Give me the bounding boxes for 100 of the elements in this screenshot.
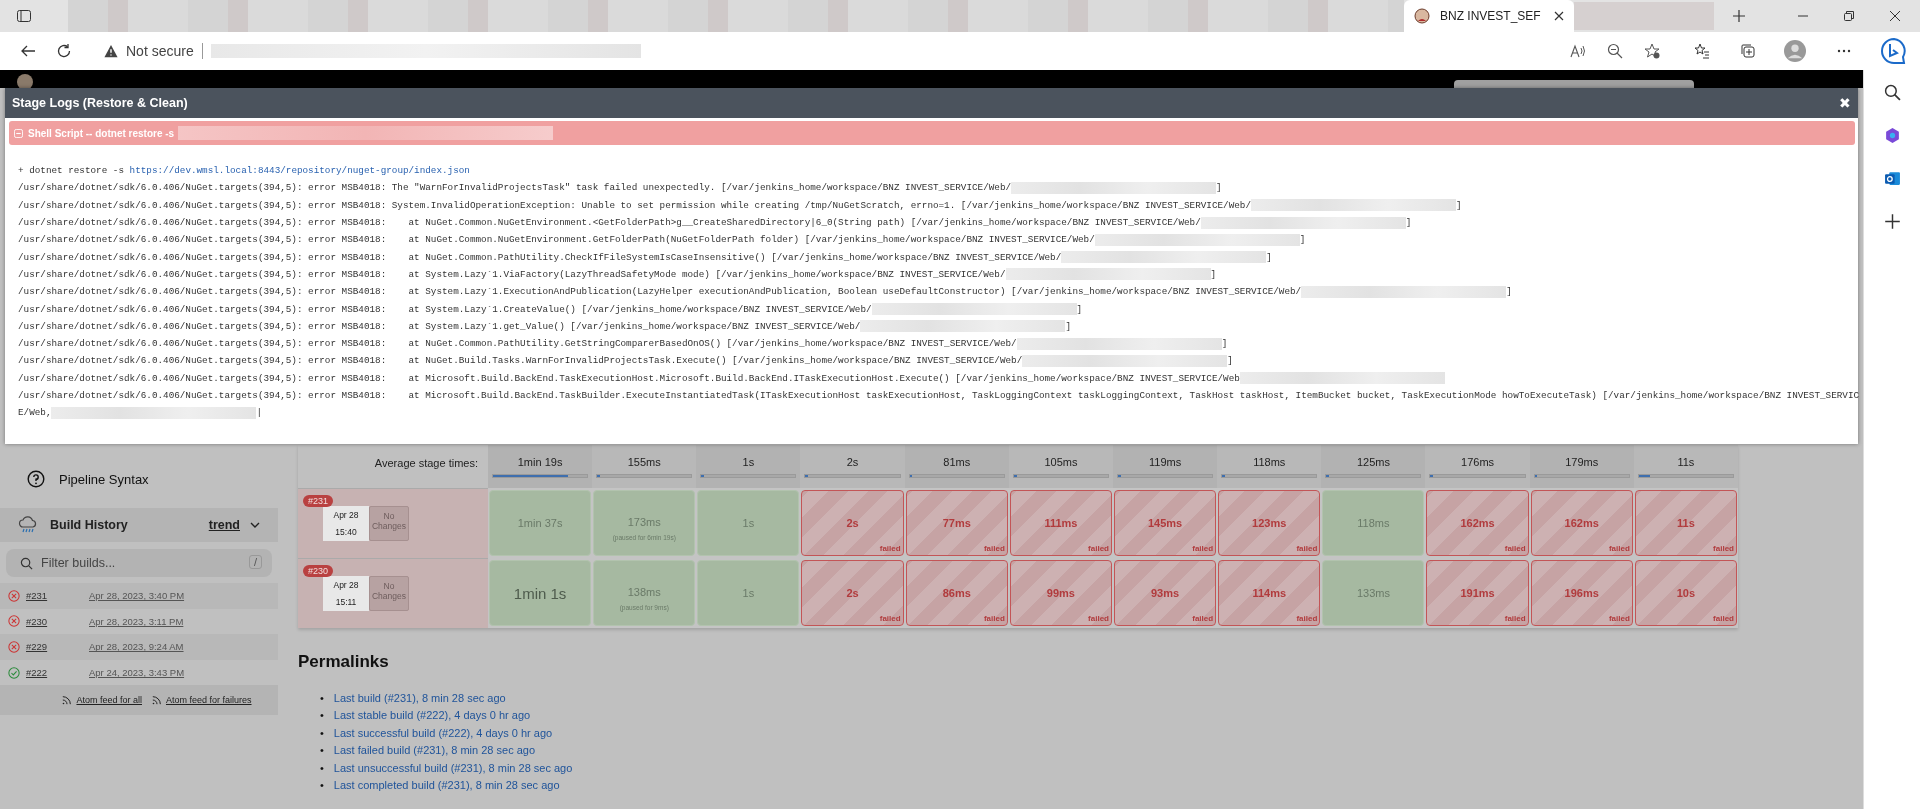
success-stage-cell[interactable]: 118ms — [1322, 490, 1425, 556]
failed-stage-cell[interactable]: 2s failed — [801, 490, 904, 556]
build-number-link[interactable]: #230 — [26, 615, 89, 627]
failed-stage-cell[interactable]: 111ms failed — [1009, 490, 1112, 556]
build-date-link[interactable]: Apr 28, 2023, 3:11 PM — [89, 615, 184, 627]
bullet: • — [320, 709, 324, 722]
section-title: Build History — [50, 518, 129, 532]
failed-stage-cell[interactable]: 77ms failed — [905, 490, 1008, 556]
step-title: Shell Script -- dotnet restore -s — [28, 127, 175, 139]
average-time-header: 176ms — [1425, 445, 1530, 488]
build-time: 15:40 — [335, 527, 357, 538]
log-text: ] — [1221, 338, 1228, 350]
rss-icon — [152, 695, 162, 706]
log-text: ] — [1405, 217, 1412, 229]
trend-link[interactable]: trend — [208, 518, 240, 532]
log-line: E/Web, — [18, 407, 52, 419]
add-favorite-icon[interactable] — [1644, 43, 1660, 59]
row-label: Average stage times: — [298, 445, 488, 488]
failed-stage-cell[interactable]: 191ms failed — [1426, 560, 1529, 626]
bullet: • — [320, 692, 324, 704]
failed-stage-cell[interactable]: 196ms failed — [1530, 560, 1633, 626]
permalink[interactable]: Last build (#231), 8 min 28 sec ago — [333, 692, 506, 704]
success-stage-cell[interactable]: 133ms — [1322, 560, 1425, 626]
build-number-badge[interactable]: #230 — [303, 565, 334, 577]
log-line: /usr/share/dotnet/sdk/6.0.406/NuGet.targets(394,5): error MSB4018: at Microsoft.Build.BackEnd.TaskExecutionHost.Microsoft.Build.BackEnd.ITaskExecutionHost.Execute() [/var/jenkins_home/workspace/BNZ INVEST_SERVICE/Web — [18, 372, 1240, 384]
sidebar-link[interactable]: Pipeline Syntax — [59, 471, 149, 487]
log-text: ] — [1076, 303, 1083, 315]
security-label: Not secure — [126, 43, 194, 59]
log-line: /usr/share/dotnet/sdk/6.0.406/NuGet.targets(394,5): error MSB4018: at Microsoft.Build.BackEnd.TaskBuilder.ExecuteInstantiatedTask(ITaskExecutionHost taskExecutionHost, TaskLoggingContext taskLoggingContext, TaskHost taskHost, ItemBucket bucket, TaskExecutionMode howToExecuteTask) [/var/jenkins_home/workspace/BNZ INVEST_SERVIC — [18, 390, 1860, 401]
log-link[interactable]: https://dev.wmsl.local:8443/repository/nuget-group/index.json — [129, 165, 470, 177]
chevron-down-icon[interactable] — [250, 520, 260, 530]
warning-icon — [104, 44, 118, 58]
permalink[interactable]: Last failed build (#231), 8 min 28 sec ago — [333, 744, 536, 757]
restore-icon[interactable] — [1844, 11, 1854, 21]
close-icon[interactable] — [1554, 11, 1564, 21]
favorites-icon[interactable] — [1694, 43, 1710, 59]
permalink[interactable]: Last unsuccessful build (#231), 8 min 28 sec ago — [333, 761, 573, 774]
success-stage-cell[interactable]: 1min 1s — [489, 560, 592, 626]
build-number-link[interactable]: #222 — [26, 667, 89, 679]
dialog-title: Stage Logs (Restore & Clean) — [12, 96, 188, 110]
tab-actions-icon[interactable] — [16, 8, 32, 24]
plus-icon[interactable] — [1883, 213, 1901, 230]
log-line: /usr/share/dotnet/sdk/6.0.406/NuGet.targets(394,5): error MSB4018: at NuGet.Build.Tasks.WarnForInvalidProjectsTask.Execute() [/var/jenkins_home/workspace/BNZ INVEST_SERVICE/Web/ — [18, 355, 1023, 367]
mail-app-icon[interactable] — [1883, 170, 1901, 187]
back-arrow-icon[interactable] — [20, 43, 36, 59]
chat-bubble-icon[interactable] — [1880, 37, 1908, 65]
failed-stage-cell[interactable]: 145ms failed — [1114, 490, 1217, 556]
step-header[interactable]: Shell Script -- dotnet restore -s — [9, 121, 1855, 145]
build-date-link[interactable]: Apr 28, 2023, 3:40 PM — [89, 590, 185, 602]
help-icon — [27, 470, 45, 488]
new-tab-icon[interactable] — [1732, 9, 1746, 23]
build-date: Apr 28 — [333, 509, 359, 520]
bullet: • — [320, 779, 324, 792]
bullet: • — [320, 726, 324, 739]
log-line: /usr/share/dotnet/sdk/6.0.406/NuGet.targets(394,5): error MSB4018: The "WarnForInvalidProjectsTask" task failed unexpectedly. [/var/jenkins_home/workspace/BNZ INVEST_SERVICE/Web/ — [18, 182, 1012, 194]
average-time-header: 125ms — [1321, 445, 1426, 488]
reload-icon[interactable] — [56, 43, 72, 59]
log-line: /usr/share/dotnet/sdk/6.0.406/NuGet.targets(394,5): error MSB4018: at System.Lazy`1.CreateValue() [/var/jenkins_home/workspace/BNZ INVEST_SERVICE/Web/ — [18, 303, 872, 315]
log-text: ] — [1210, 268, 1217, 280]
average-time-header: 155ms — [592, 445, 697, 488]
permalink[interactable]: Last successful build (#222), 4 days 0 hr ago — [333, 726, 553, 739]
build-number-badge[interactable]: #231 — [303, 495, 334, 507]
log-line: /usr/share/dotnet/sdk/6.0.406/NuGet.targets(394,5): error MSB4018: System.InvalidOperationException: Unable to set permission while creating /tmp/NuGetScratch, errno=1. [/var/jenkins_home/workspace/BNZ INVEST_SERVICE/Web/ — [18, 199, 1251, 211]
failed-stage-cell[interactable]: 123ms failed — [1218, 490, 1321, 556]
build-date-link[interactable]: Apr 24, 2023, 3:43 PM — [89, 667, 185, 679]
close-button[interactable]: ✖ — [1839, 95, 1851, 111]
failed-stage-cell[interactable]: 162ms failed — [1426, 490, 1529, 556]
zoom-out-icon[interactable] — [1607, 43, 1623, 59]
permalink[interactable]: Last stable build (#222), 4 days 0 hr ago — [333, 709, 531, 722]
failed-stage-cell[interactable]: 93ms failed — [1114, 560, 1217, 626]
log-line: /usr/share/dotnet/sdk/6.0.406/NuGet.targets(394,5): error MSB4018: at NuGet.Common.PathUtility.CheckIfFileSystemIsCaseInsensitive() [/var/jenkins_home/workspace/BNZ INVEST_SERVICE/Web/ — [18, 251, 1062, 263]
feed-link[interactable]: Atom feed for all — [76, 695, 142, 706]
failed-stage-cell[interactable]: 11s failed — [1634, 490, 1737, 556]
search-icon[interactable] — [1883, 84, 1901, 101]
permalink[interactable]: Last completed build (#231), 8 min 28 sec ago — [333, 779, 560, 792]
browser-tab[interactable]: BNZ INVEST_SEF — [1404, 0, 1574, 32]
failed-stage-cell[interactable]: 10s failed — [1634, 560, 1737, 626]
failed-status-icon — [8, 589, 20, 602]
build-number-link[interactable]: #231 — [26, 590, 89, 602]
log-line: /usr/share/dotnet/sdk/6.0.406/NuGet.targets(394,5): error MSB4018: at NuGet.Common.NuGetEnvironment.GetFolderPath(NuGetFolderPath folder) [/var/jenkins_home/workspace/BNZ INVEST_SERVICE/Web/ — [18, 234, 1095, 246]
build-number-link[interactable]: #229 — [26, 641, 89, 653]
log-text: ] — [1455, 199, 1462, 211]
average-time-header: 1min 19s — [488, 445, 593, 488]
build-date: Apr 28 — [333, 579, 359, 590]
failed-stage-cell[interactable]: 2s failed — [801, 560, 904, 626]
close-icon[interactable] — [1890, 11, 1900, 21]
success-stage-cell[interactable]: 1s — [697, 560, 800, 626]
success-stage-cell[interactable]: 1min 37s — [489, 490, 592, 556]
success-stage-cell[interactable]: 1s — [697, 490, 800, 556]
failed-stage-cell[interactable]: 114ms failed — [1218, 560, 1321, 626]
profile-icon[interactable] — [1784, 40, 1806, 62]
read-aloud-icon[interactable] — [1570, 43, 1586, 59]
failed-stage-cell[interactable]: 99ms failed — [1009, 560, 1112, 626]
failed-stage-cell[interactable]: 86ms failed — [905, 560, 1008, 626]
failed-stage-cell[interactable]: 162ms failed — [1530, 490, 1633, 556]
build-date-link[interactable]: Apr 28, 2023, 9:24 AM — [89, 641, 184, 653]
hexagon-app-icon[interactable] — [1883, 127, 1901, 144]
collections-icon[interactable] — [1740, 43, 1756, 59]
feed-link[interactable]: Atom feed for failures — [166, 695, 252, 706]
average-time-header: 1s — [696, 445, 801, 488]
